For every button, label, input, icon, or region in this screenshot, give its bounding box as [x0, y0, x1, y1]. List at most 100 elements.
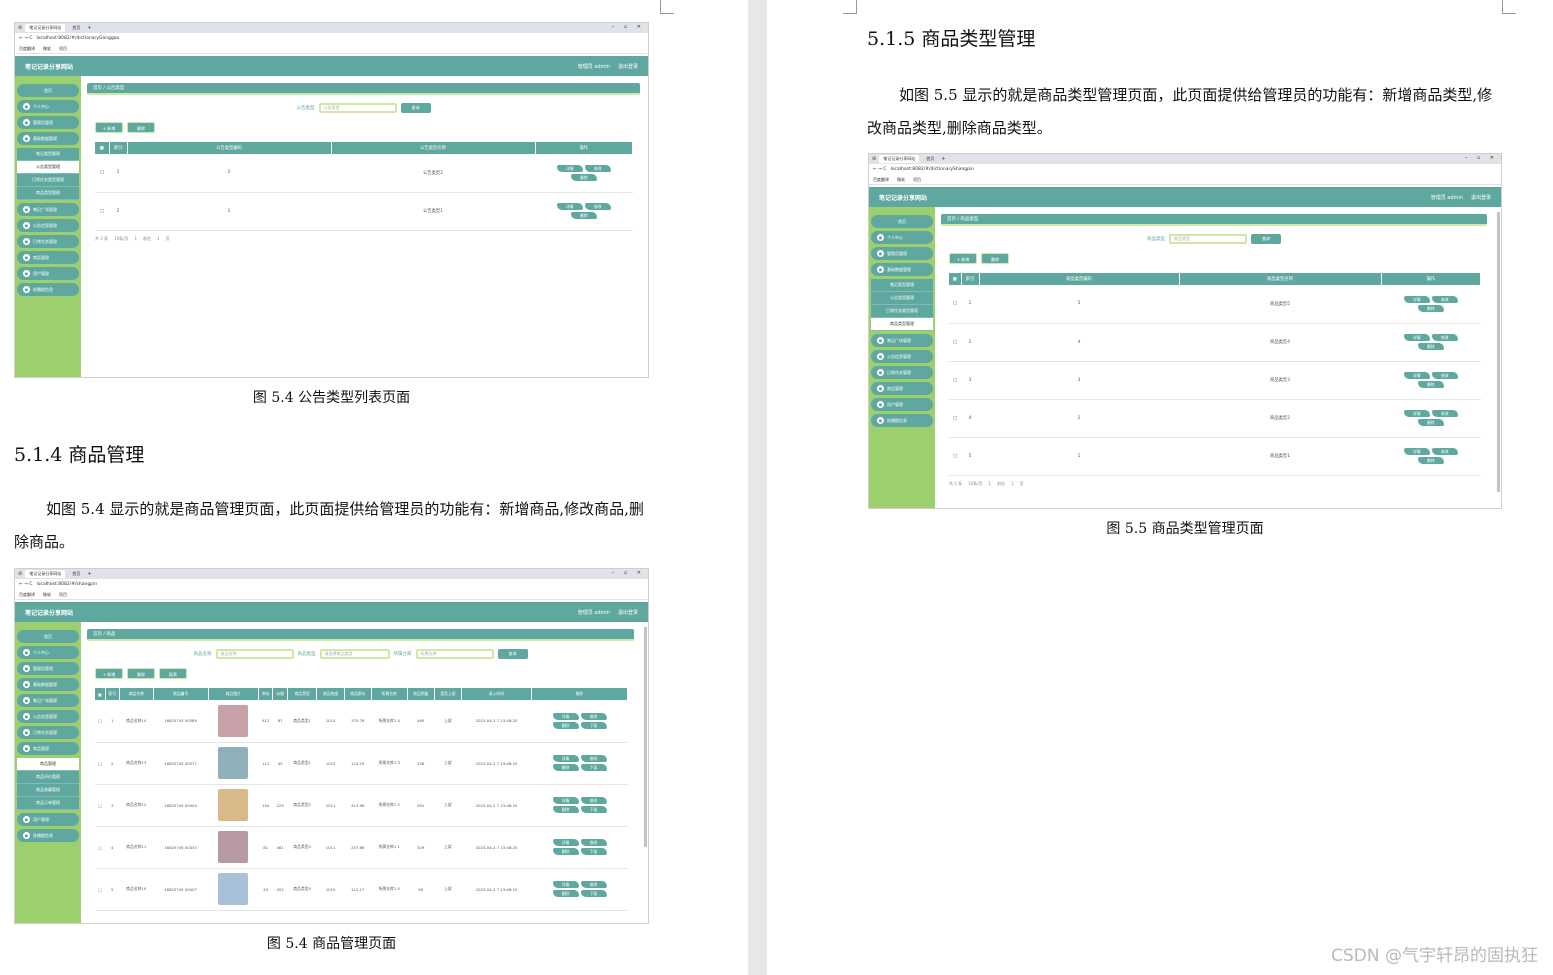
name-input[interactable]: 商品名称 — [215, 649, 294, 659]
sidebar-item[interactable]: ● 笔记广场管理 — [871, 334, 933, 347]
search-button[interactable]: 查询 — [497, 649, 528, 659]
address-bar[interactable]: ← → C localhost:8082/#/shangpin — [15, 579, 648, 590]
edit-button[interactable]: 修改 — [1431, 448, 1458, 455]
type-select[interactable]: 请选择商品类型 — [319, 649, 390, 659]
row-checkbox[interactable]: □ — [949, 399, 961, 438]
search-button[interactable]: 查询 — [400, 103, 431, 113]
add-button[interactable]: + 新增 — [949, 253, 977, 264]
detail-button[interactable]: 详情 — [1403, 334, 1430, 341]
row-checkbox[interactable]: □ — [95, 868, 105, 911]
sidebar-item[interactable]: ● 轮播图信息 — [17, 829, 79, 842]
edit-button[interactable]: 修改 — [1431, 372, 1458, 379]
goto-input[interactable]: 1 — [157, 236, 160, 242]
sidebar-subitem[interactable]: 日常任务类型管理 — [871, 305, 933, 318]
delete-row-button[interactable]: 删除 — [552, 764, 579, 771]
sidebar-item[interactable]: ● 商品管理 — [17, 251, 79, 264]
bookmark[interactable]: 项目 — [59, 592, 67, 598]
report-button[interactable]: 报表 — [159, 668, 187, 679]
delete-button[interactable]: 删除 — [127, 122, 155, 133]
delete-row-button[interactable]: 删除 — [1417, 419, 1444, 426]
sidebar-item[interactable]: ● 公告信息管理 — [17, 219, 79, 232]
browser-back-icon[interactable]: ⊘ — [18, 25, 22, 31]
detail-button[interactable]: 详情 — [1403, 410, 1430, 417]
sidebar-item[interactable]: ● 个人中心 — [871, 231, 933, 244]
add-button[interactable]: + 新增 — [95, 122, 123, 133]
sidebar-item-home[interactable]: 首页 — [17, 630, 79, 643]
delete-row-button[interactable]: 删除 — [1417, 381, 1444, 388]
browser-tab[interactable]: 首页 — [922, 155, 939, 163]
sidebar-item[interactable]: ● 用户管理 — [17, 267, 79, 280]
url-text[interactable]: localhost:8082/#/shangpin — [37, 582, 98, 587]
bookmark[interactable]: 百度翻译 — [19, 592, 35, 598]
row-checkbox[interactable]: □ — [95, 700, 105, 743]
detail-button[interactable]: 详情 — [552, 797, 579, 804]
bookmark[interactable]: 微软 — [43, 46, 51, 52]
browser-tab-active[interactable]: 笔记记录分享网站 — [25, 570, 66, 578]
sidebar-item[interactable]: ● 日常任务管理 — [17, 235, 79, 248]
sidebar-item[interactable]: ● 笔记广场管理 — [17, 203, 79, 216]
page-number[interactable]: 1 — [989, 481, 992, 487]
detail-button[interactable]: 详情 — [552, 839, 579, 846]
browser-tab[interactable]: 首页 — [68, 24, 85, 32]
bookmark[interactable]: 微软 — [43, 592, 51, 598]
delete-row-button[interactable]: 删除 — [552, 890, 579, 897]
delete-row-button[interactable]: 删除 — [1417, 457, 1444, 464]
sidebar-item[interactable]: ● 管理员管理 — [17, 116, 79, 129]
nav-arrows-icon[interactable]: ← → C — [19, 582, 33, 587]
select-all-checkbox[interactable]: ■ — [949, 273, 962, 285]
search-input[interactable]: 公告类型 — [318, 103, 397, 113]
sidebar-subitem[interactable]: 商品订单管理 — [17, 797, 79, 810]
delete-button[interactable]: 删除 — [127, 668, 155, 679]
sidebar-item-home[interactable]: 首页 — [17, 84, 79, 97]
page-size-select[interactable]: 10条/页 — [968, 481, 982, 487]
sidebar-item[interactable]: ● 笔记广场管理 — [17, 694, 79, 707]
search-button[interactable]: 查询 — [1251, 234, 1281, 244]
nav-arrows-icon[interactable]: ← → C — [873, 167, 887, 172]
row-checkbox[interactable]: □ — [95, 154, 109, 193]
sidebar-subitem[interactable]: 日常任务类型管理 — [17, 174, 79, 187]
unlist-button[interactable]: 下架 — [580, 890, 607, 897]
bookmark[interactable]: 百度翻译 — [19, 46, 35, 52]
bookmark[interactable]: 微软 — [897, 177, 905, 183]
url-text[interactable]: localhost:8082/#/dictionaryGonggao — [37, 36, 120, 41]
search-input[interactable]: 商品类型 — [1169, 234, 1247, 244]
delete-row-button[interactable]: 删除 — [570, 212, 597, 219]
sidebar-subitem-active[interactable]: 商品类型管理 — [871, 318, 933, 331]
logout-link[interactable]: 退出登录 — [618, 609, 638, 616]
sidebar-subitem[interactable]: 笔记类型管理 — [17, 148, 79, 161]
edit-button[interactable]: 修改 — [1431, 410, 1458, 417]
new-tab-icon[interactable]: + — [87, 571, 91, 577]
browser-back-icon[interactable]: ⊘ — [18, 571, 22, 577]
delete-row-button[interactable]: 删除 — [552, 806, 579, 813]
detail-button[interactable]: 详情 — [552, 881, 579, 888]
edit-button[interactable]: 修改 — [580, 755, 607, 762]
sidebar-item[interactable]: ● 日常任务管理 — [871, 366, 933, 379]
sidebar-item[interactable]: ● 日常任务管理 — [17, 726, 79, 739]
page-size-select[interactable]: 10条/页 — [114, 236, 128, 242]
edit-button[interactable]: 修改 — [584, 203, 611, 210]
sidebar-item[interactable]: ● 公告信息管理 — [17, 710, 79, 723]
edit-button[interactable]: 修改 — [584, 164, 611, 172]
delete-row-button[interactable]: 删除 — [1417, 343, 1444, 350]
warehouse-input[interactable]: 所属仓库 — [415, 649, 494, 659]
sidebar-subitem[interactable]: 商品收藏管理 — [17, 784, 79, 797]
edit-button[interactable]: 修改 — [1431, 295, 1458, 303]
detail-button[interactable]: 详情 — [552, 712, 579, 720]
sidebar-item[interactable]: ● 个人中心 — [17, 646, 79, 659]
row-checkbox[interactable]: □ — [95, 742, 105, 785]
edit-button[interactable]: 修改 — [1431, 334, 1458, 341]
unlist-button[interactable]: 下架 — [580, 764, 607, 771]
sidebar-item[interactable]: ● 轮播图信息 — [871, 414, 933, 427]
logout-link[interactable]: 退出登录 — [618, 63, 638, 70]
unlist-button[interactable]: 下架 — [580, 806, 607, 813]
new-tab-icon[interactable]: + — [87, 25, 91, 31]
sidebar-subitem-active[interactable]: 商品管理 — [17, 758, 79, 771]
sidebar-item[interactable]: ● 个人中心 — [17, 100, 79, 113]
detail-button[interactable]: 详情 — [1403, 295, 1430, 303]
select-all-checkbox[interactable]: ■ — [95, 142, 110, 154]
delete-row-button[interactable]: 删除 — [1417, 304, 1444, 312]
scrollbar[interactable] — [1497, 212, 1500, 492]
detail-button[interactable]: 详情 — [556, 164, 583, 172]
delete-row-button[interactable]: 删除 — [552, 848, 579, 855]
edit-button[interactable]: 修改 — [580, 839, 607, 846]
